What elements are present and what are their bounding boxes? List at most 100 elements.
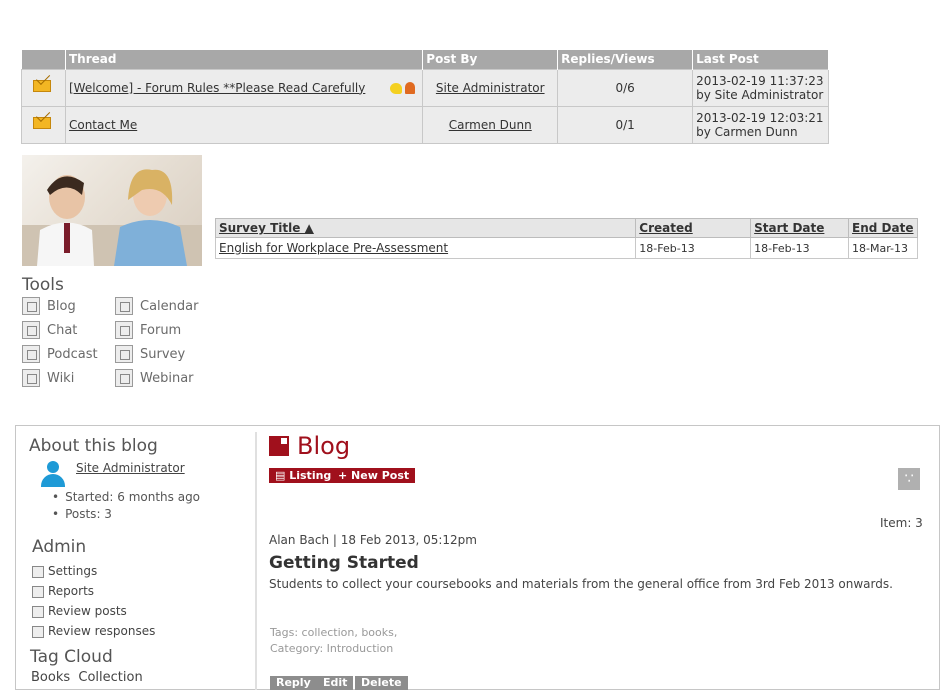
reports-icon: [32, 585, 44, 598]
sort-created[interactable]: Created: [639, 221, 692, 235]
blog-title-text: Blog: [297, 432, 351, 460]
forum-icon: [115, 321, 133, 339]
tool-label: Wiki: [47, 370, 75, 386]
post-by-link[interactable]: Carmen Dunn: [449, 118, 532, 132]
envelope-icon: [33, 80, 51, 92]
tool-survey[interactable]: Survey: [115, 345, 185, 363]
table-row: Contact Me Carmen Dunn 0/1 2013-02-19 12…: [21, 105, 829, 144]
tool-label: Survey: [140, 346, 186, 362]
survey-icon: [115, 345, 133, 363]
students-photo-illustration: [22, 169, 202, 266]
thread-link[interactable]: Contact Me: [69, 118, 137, 132]
admin-review-responses[interactable]: Review responses: [32, 624, 155, 638]
admin-title: Admin: [32, 537, 87, 557]
forum-thread-table: Thread Post By Replies/Views Last Post […: [21, 50, 829, 144]
header-thread: Thread: [65, 50, 424, 69]
delete-button[interactable]: Delete: [355, 676, 408, 690]
tool-label: Webinar: [140, 370, 194, 386]
header-start-date[interactable]: Start Date: [750, 218, 850, 238]
sort-survey-title[interactable]: Survey Title ▲: [219, 221, 314, 235]
moderator-icon: [405, 82, 416, 94]
new-post-button[interactable]: + New Post: [332, 468, 416, 483]
header-icon-col: [21, 50, 66, 69]
posts-count: Posts: 3: [52, 507, 112, 521]
header-last-post: Last Post: [692, 50, 829, 69]
admin-reports[interactable]: Reports: [32, 584, 94, 598]
tool-label: Chat: [47, 322, 78, 338]
survey-title-link[interactable]: English for Workplace Pre-Assessment: [219, 241, 448, 255]
post-category: Category: Introduction: [270, 642, 394, 655]
author-link[interactable]: Site Administrator: [76, 461, 185, 475]
post-title[interactable]: Getting Started: [269, 553, 419, 573]
listing-button[interactable]: ▤ Listing: [269, 468, 338, 483]
sort-end-date[interactable]: End Date: [852, 221, 913, 235]
review-posts-icon: [32, 605, 44, 618]
about-title: About this blog: [29, 436, 158, 456]
admin-item-label: Settings: [48, 564, 98, 578]
replies-views: 0/6: [557, 68, 694, 107]
survey-start: 18-Feb-13: [750, 237, 850, 259]
settings-icon: [32, 565, 44, 578]
envelope-icon: [33, 117, 51, 129]
table-row: [Welcome] - Forum Rules **Please Read Ca…: [21, 68, 829, 107]
replies-views: 0/1: [557, 105, 694, 144]
survey-end: 18-Mar-13: [848, 237, 918, 259]
user-icon: [40, 461, 66, 487]
header-survey-title[interactable]: Survey Title ▲: [214, 218, 637, 238]
webinar-icon: [115, 369, 133, 387]
last-post-by: by Site Administrator: [696, 87, 824, 102]
blog-icon: [269, 436, 289, 456]
sidebar-divider: [255, 432, 257, 690]
admin-item-label: Review responses: [48, 624, 156, 638]
edit-icon: [22, 297, 40, 315]
item-count: Item: 3: [880, 516, 923, 530]
header-end-date[interactable]: End Date: [848, 218, 918, 238]
tool-blog[interactable]: Blog: [22, 297, 76, 315]
tool-label: Forum: [140, 322, 182, 338]
post-meta: Alan Bach | 18 Feb 2013, 05:12pm: [269, 533, 477, 547]
wiki-icon: [22, 369, 40, 387]
sticky-icon: [390, 82, 403, 94]
tool-webinar[interactable]: Webinar: [115, 369, 194, 387]
tool-label: Blog: [47, 298, 76, 314]
blog-heading: Blog: [269, 432, 350, 460]
reply-button[interactable]: Reply: [270, 676, 317, 690]
table-row: English for Workplace Pre-Assessment 18-…: [214, 237, 918, 259]
last-post-by: by Carmen Dunn: [696, 124, 798, 139]
thread-link[interactable]: [Welcome] - Forum Rules **Please Read Ca…: [69, 81, 365, 95]
post-tags: Tags: collection, books,: [270, 626, 398, 639]
tag-cloud-tags[interactable]: Books Collection: [31, 670, 143, 685]
survey-created: 18-Feb-13: [635, 237, 752, 259]
tool-forum[interactable]: Forum: [115, 321, 181, 339]
tool-label: Podcast: [47, 346, 98, 362]
admin-item-label: Reports: [48, 584, 95, 598]
rss-icon[interactable]: ∵: [898, 468, 920, 490]
listing-label: Listing: [289, 469, 332, 482]
tool-podcast[interactable]: Podcast: [22, 345, 98, 363]
tool-wiki[interactable]: Wiki: [22, 369, 74, 387]
sort-start-date[interactable]: Start Date: [754, 221, 824, 235]
calendar-icon: [115, 297, 133, 315]
started-text: Started: 6 months ago: [52, 490, 200, 504]
survey-table: Survey Title ▲ Created Start Date End Da…: [214, 218, 918, 259]
header-created[interactable]: Created: [635, 218, 752, 238]
tool-label: Calendar: [140, 298, 199, 314]
tag-cloud-title: Tag Cloud: [30, 647, 113, 667]
admin-item-label: Review posts: [48, 604, 127, 618]
post-by-link[interactable]: Site Administrator: [436, 81, 545, 95]
admin-settings[interactable]: Settings: [32, 564, 97, 578]
podcast-icon: [22, 345, 40, 363]
banner-photo: [22, 155, 202, 266]
tool-chat[interactable]: Chat: [22, 321, 77, 339]
last-post-date: 2013-02-19 11:37:23: [696, 73, 824, 88]
post-body: Students to collect your coursebooks and…: [269, 577, 893, 591]
header-replies-views: Replies/Views: [557, 50, 694, 69]
edit-button[interactable]: Edit: [317, 676, 354, 690]
admin-review-posts[interactable]: Review posts: [32, 604, 127, 618]
review-responses-icon: [32, 625, 44, 638]
last-post-date: 2013-02-19 12:03:21: [696, 110, 824, 125]
header-post-by: Post By: [422, 50, 559, 69]
tool-calendar[interactable]: Calendar: [115, 297, 198, 315]
tools-title: Tools: [22, 275, 64, 295]
chat-icon: [22, 321, 40, 339]
